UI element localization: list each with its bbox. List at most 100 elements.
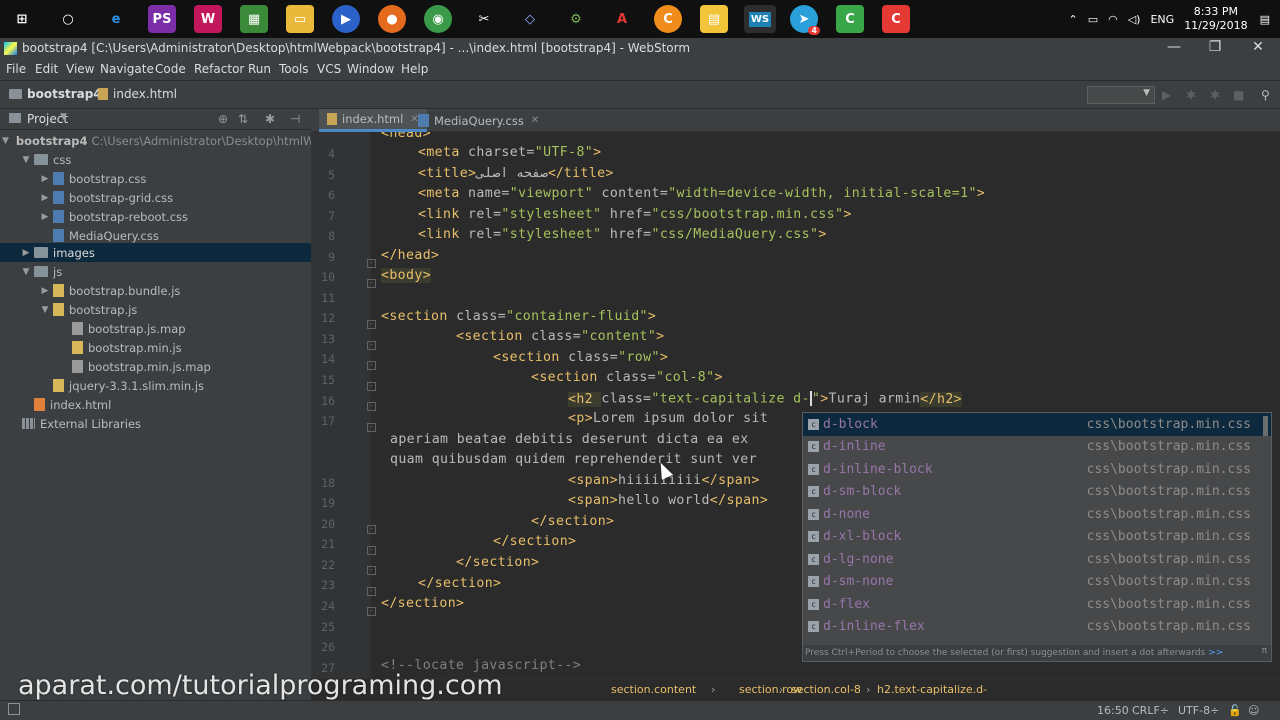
acrobat-icon[interactable]: A [608, 5, 636, 33]
device-icon[interactable]: ▭ [1088, 13, 1098, 26]
tree-item-bootstrap-css[interactable]: ▶ bootstrap.css [0, 169, 311, 188]
webstorm-taskbar-icon[interactable]: WS [744, 5, 776, 33]
app-icon[interactable]: W [194, 5, 222, 33]
cortana-icon[interactable]: ○ [54, 5, 82, 33]
tree-item-root[interactable]: ▼ bootstrap4 C:\Users\Administrator\Deskto… [0, 131, 328, 150]
minimize-button[interactable]: — [1154, 39, 1194, 58]
menu-file[interactable]: File [6, 62, 26, 76]
tree-item-index-html[interactable]: index.html [0, 395, 311, 414]
clock[interactable]: 8:33 PM 11/29/2018 [1184, 5, 1247, 33]
tree-item-bootstrap-bundle-js[interactable]: ▶ bootstrap.bundle.js [0, 281, 311, 300]
chrome-icon[interactable]: ◉ [424, 5, 452, 33]
close-tab-icon[interactable]: ✕ [531, 115, 539, 126]
suggestion-item[interactable]: c d-sm-block css\bootstrap.min.css [803, 481, 1271, 504]
windows-start-icon[interactable]: ⊞ [8, 5, 36, 33]
gear-icon[interactable]: ✱ [265, 112, 275, 126]
menu-tools[interactable]: Tools [279, 62, 309, 76]
suggestion-item[interactable]: c d-none css\bootstrap.min.css [803, 503, 1271, 526]
restore-button[interactable]: ❐ [1195, 39, 1235, 58]
fold-icon[interactable]: - [367, 525, 376, 534]
collapse-all-icon[interactable]: ⇅ [238, 112, 248, 126]
tree-item-jquery-js[interactable]: jquery-3.3.1.slim.min.js [0, 376, 311, 395]
breadcrumb-item[interactable]: section.content [611, 683, 696, 696]
cursor-position[interactable]: 16:50 [1097, 704, 1129, 717]
suggestion-item[interactable]: c d-inline css\bootstrap.min.css [803, 436, 1271, 459]
file-encoding[interactable]: UTF-8÷ [1178, 704, 1219, 717]
tree-item-bootstrap-js-map[interactable]: bootstrap.js.map [0, 319, 311, 338]
language-indicator[interactable]: ENG [1150, 13, 1174, 26]
stop-icon[interactable]: ■ [1233, 88, 1247, 102]
suggestion-item[interactable]: c d-flex css\bootstrap.min.css [803, 593, 1271, 616]
menu-run[interactable]: Run [248, 62, 271, 76]
c-app-icon[interactable]: C [654, 5, 682, 33]
notifications-icon[interactable]: ▤ [1260, 13, 1270, 26]
run-configuration-select[interactable]: ▼ [1087, 86, 1155, 104]
pin-icon[interactable]: π [1262, 646, 1267, 656]
fold-icon[interactable]: - [367, 607, 376, 616]
menu-refactor[interactable]: Refactor [194, 62, 244, 76]
tree-item-bootstrap-min-js[interactable]: bootstrap.min.js [0, 338, 311, 357]
tree-item-bootstrap-reboot-css[interactable]: ▶ bootstrap-reboot.css [0, 207, 311, 226]
fold-icon[interactable]: - [367, 361, 376, 370]
menu-edit[interactable]: Edit [35, 62, 58, 76]
tree-item-external-libraries[interactable]: External Libraries [0, 414, 311, 433]
tool-windows-icon[interactable] [8, 703, 20, 715]
suggestion-item[interactable]: c d-xl-block css\bootstrap.min.css [803, 526, 1271, 549]
fold-icon[interactable]: - [367, 320, 376, 329]
tree-item-bootstrap-min-js-map[interactable]: bootstrap.min.js.map [0, 357, 311, 376]
wifi-icon[interactable]: ◠ [1108, 13, 1118, 26]
line-separator[interactable]: CRLF÷ [1132, 704, 1169, 717]
telegram-icon[interactable]: ➤ 4 [790, 5, 820, 35]
tree-item-images[interactable]: ▶ images [0, 243, 311, 262]
phpstorm-icon[interactable]: PS [148, 5, 176, 33]
fold-icon[interactable]: - [367, 587, 376, 596]
hide-panel-icon[interactable]: ⊣ [290, 112, 300, 126]
locate-icon[interactable]: ⊕ [218, 112, 228, 126]
breadcrumb-item[interactable]: section.col-8 [791, 683, 861, 696]
coverage-icon[interactable]: ✱ [1210, 88, 1224, 102]
suggestion-item[interactable]: c d-inline-block css\bootstrap.min.css [803, 458, 1271, 481]
menu-code[interactable]: Code [155, 62, 186, 76]
fold-icon[interactable]: - [367, 566, 376, 575]
menu-view[interactable]: View [66, 62, 94, 76]
fold-icon[interactable]: - [367, 279, 376, 288]
menu-vcs[interactable]: VCS [317, 62, 341, 76]
lock-icon[interactable]: 🔓 [1228, 704, 1242, 717]
breadcrumb-item[interactable]: h2.text-capitalize.d- [877, 683, 987, 696]
edge-icon[interactable]: e [102, 5, 130, 33]
menu-window[interactable]: Window [347, 62, 394, 76]
nav-project-crumb[interactable]: bootstrap4 [9, 87, 102, 101]
tree-item-css[interactable]: ▼ css [0, 150, 311, 169]
suggestion-item[interactable]: c d-block css\bootstrap.min.css [803, 413, 1271, 436]
hint-link[interactable]: >> [1208, 648, 1223, 658]
menu-navigate[interactable]: Navigate [100, 62, 154, 76]
chevron-down-icon[interactable]: ▼ [60, 112, 67, 122]
tree-item-bootstrap-js[interactable]: ▼ bootstrap.js [0, 300, 311, 319]
volume-icon[interactable]: ◁) [1128, 13, 1141, 26]
fold-icon[interactable]: - [367, 402, 376, 411]
file-explorer-icon[interactable]: ▭ [286, 5, 314, 33]
debug-icon[interactable]: ✱ [1186, 88, 1200, 102]
popup-scrollbar[interactable] [1263, 416, 1268, 436]
fold-icon[interactable]: - [367, 546, 376, 555]
inspector-icon[interactable]: ☺ [1248, 704, 1259, 717]
fold-icon[interactable]: - [367, 259, 376, 268]
fold-icon[interactable]: - [367, 341, 376, 350]
suggestion-item[interactable]: c d-inline-flex css\bootstrap.min.css [803, 616, 1271, 639]
close-button[interactable]: ✕ [1238, 39, 1278, 58]
chevron-up-icon[interactable]: ⌃ [1068, 13, 1077, 26]
network-tool-icon[interactable]: ⚙ [562, 5, 590, 33]
folder-app-icon[interactable]: ▤ [700, 5, 728, 33]
suggestion-item[interactable]: c d-lg-none css\bootstrap.min.css [803, 548, 1271, 571]
tree-item-bootstrap-grid-css[interactable]: ▶ bootstrap-grid.css [0, 188, 311, 207]
menu-help[interactable]: Help [401, 62, 428, 76]
recorder-icon[interactable]: C [882, 5, 910, 33]
tools-icon[interactable]: ✂ [470, 5, 498, 33]
fold-icon[interactable]: - [367, 423, 376, 432]
autocomplete-popup[interactable]: c d-block css\bootstrap.min.css c d-inline c… [802, 412, 1272, 662]
nav-file-crumb[interactable]: index.html [98, 87, 177, 101]
fold-icon[interactable]: - [367, 382, 376, 391]
tab-mediaquery-css[interactable]: MediaQuery.css ✕ [408, 109, 547, 132]
suggestion-item[interactable]: c d-sm-none css\bootstrap.min.css [803, 571, 1271, 594]
search-icon[interactable]: ⚲ [1261, 88, 1275, 102]
